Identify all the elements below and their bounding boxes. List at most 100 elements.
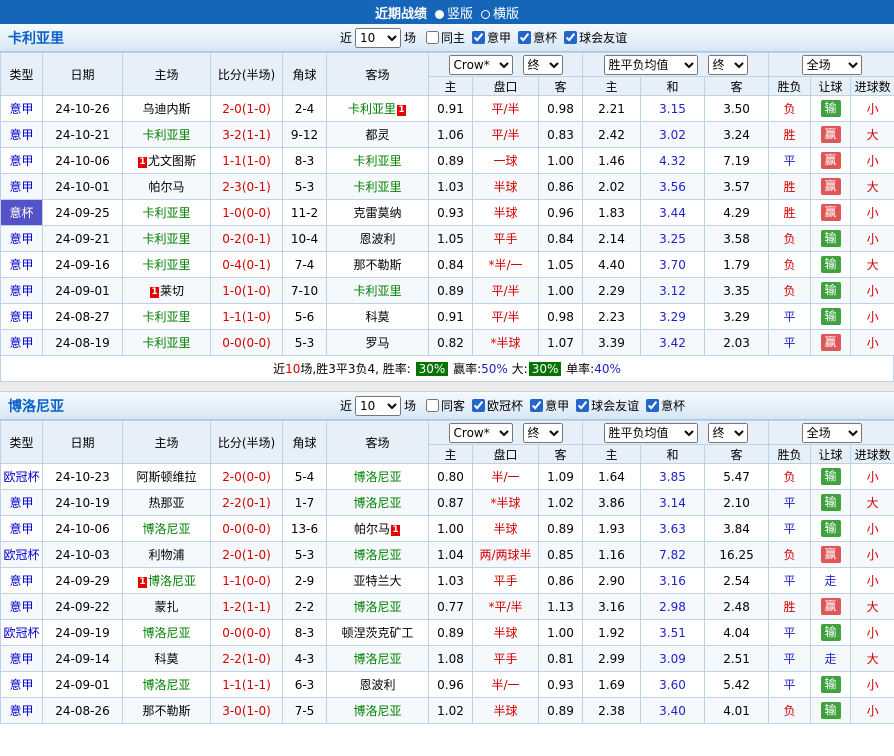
- checkbox-input[interactable]: [472, 399, 485, 412]
- away-team[interactable]: 博洛尼亚: [327, 646, 429, 672]
- away-team[interactable]: 博洛尼亚: [327, 542, 429, 568]
- home-team[interactable]: 卡利亚里: [123, 252, 211, 278]
- home-team[interactable]: 科莫: [123, 646, 211, 672]
- match-score[interactable]: 1-1(1-1): [211, 672, 283, 698]
- filter-checkbox-意杯[interactable]: 意杯: [646, 397, 685, 414]
- away-team[interactable]: 卡利亚里: [327, 148, 429, 174]
- filter-checkbox-同主[interactable]: 同主: [426, 29, 465, 46]
- away-team[interactable]: 博洛尼亚: [327, 464, 429, 490]
- match-score[interactable]: 2-0(0-0): [211, 464, 283, 490]
- scope-select[interactable]: 全场: [802, 55, 862, 75]
- match-score[interactable]: 1-1(1-0): [211, 148, 283, 174]
- match-type: 欧冠杯: [1, 542, 43, 568]
- checkbox-input[interactable]: [576, 399, 589, 412]
- away-team[interactable]: 那不勒斯: [327, 252, 429, 278]
- bookmaker-select[interactable]: Crow*: [449, 423, 513, 443]
- filter-checkbox-意杯[interactable]: 意杯: [518, 29, 557, 46]
- away-team[interactable]: 帕尔马1: [327, 516, 429, 542]
- avg-away: 2.51: [705, 646, 769, 672]
- handicap-result: 赢: [821, 598, 841, 615]
- checkbox-input[interactable]: [426, 31, 439, 44]
- match-score[interactable]: 1-1(1-0): [211, 304, 283, 330]
- home-team[interactable]: 1博洛尼亚: [123, 568, 211, 594]
- filter-checkbox-欧冠杯[interactable]: 欧冠杯: [472, 397, 523, 414]
- away-team[interactable]: 恩波利: [327, 226, 429, 252]
- match-count-select[interactable]: 10: [355, 28, 401, 48]
- filter-checkbox-球会友谊[interactable]: 球会友谊: [576, 397, 639, 414]
- result-goals: 小: [851, 568, 894, 594]
- away-team[interactable]: 罗马: [327, 330, 429, 356]
- filter-checkbox-意甲[interactable]: 意甲: [472, 29, 511, 46]
- layout-radio-option[interactable]: 横版: [481, 7, 519, 22]
- home-team[interactable]: 蒙扎: [123, 594, 211, 620]
- avg-odds-select[interactable]: 胜平负均值: [604, 55, 698, 75]
- home-team[interactable]: 卡利亚里: [123, 304, 211, 330]
- match-score[interactable]: 2-0(1-0): [211, 96, 283, 122]
- match-score[interactable]: 0-0(0-0): [211, 330, 283, 356]
- away-team[interactable]: 科莫: [327, 304, 429, 330]
- layout-radio-selected[interactable]: 竖版: [435, 7, 473, 22]
- match-score[interactable]: 0-0(0-0): [211, 620, 283, 646]
- home-team[interactable]: 博洛尼亚: [123, 620, 211, 646]
- home-team[interactable]: 博洛尼亚: [123, 672, 211, 698]
- away-team[interactable]: 恩波利: [327, 672, 429, 698]
- checkbox-input[interactable]: [564, 31, 577, 44]
- home-team[interactable]: 卡利亚里: [123, 122, 211, 148]
- home-team[interactable]: 那不勒斯: [123, 698, 211, 724]
- home-team[interactable]: 卡利亚里: [123, 226, 211, 252]
- away-team[interactable]: 卡利亚里: [327, 278, 429, 304]
- team-name-text: 科莫: [154, 652, 178, 666]
- home-team[interactable]: 乌迪内斯: [123, 96, 211, 122]
- match-date: 24-10-06: [43, 148, 123, 174]
- filter-checkbox-意甲[interactable]: 意甲: [530, 397, 569, 414]
- match-score[interactable]: 0-4(0-1): [211, 252, 283, 278]
- away-team[interactable]: 卡利亚里1: [327, 96, 429, 122]
- checkbox-input[interactable]: [518, 31, 531, 44]
- odds-away: 0.98: [539, 96, 583, 122]
- home-team[interactable]: 卡利亚里: [123, 200, 211, 226]
- checkbox-input[interactable]: [646, 399, 659, 412]
- away-team[interactable]: 亚特兰大: [327, 568, 429, 594]
- odds-stage-select[interactable]: 终: [523, 423, 563, 443]
- match-score[interactable]: 0-2(0-1): [211, 226, 283, 252]
- odds-stage-select[interactable]: 终: [523, 55, 563, 75]
- avg-stage-select[interactable]: 终: [708, 55, 748, 75]
- home-team[interactable]: 热那亚: [123, 490, 211, 516]
- checkbox-input[interactable]: [472, 31, 485, 44]
- away-team[interactable]: 顿涅茨克矿工: [327, 620, 429, 646]
- home-team[interactable]: 阿斯顿维拉: [123, 464, 211, 490]
- team-name-text: 那不勒斯: [353, 258, 401, 272]
- home-team[interactable]: 利物浦: [123, 542, 211, 568]
- match-score[interactable]: 1-1(0-0): [211, 568, 283, 594]
- avg-stage-select[interactable]: 终: [708, 423, 748, 443]
- away-team[interactable]: 都灵: [327, 122, 429, 148]
- away-team[interactable]: 博洛尼亚: [327, 594, 429, 620]
- match-count-select[interactable]: 10: [355, 396, 401, 416]
- home-team[interactable]: 帕尔马: [123, 174, 211, 200]
- checkbox-input[interactable]: [426, 399, 439, 412]
- match-score[interactable]: 3-2(1-1): [211, 122, 283, 148]
- match-score[interactable]: 2-2(1-0): [211, 646, 283, 672]
- away-team[interactable]: 博洛尼亚: [327, 490, 429, 516]
- match-score[interactable]: 1-0(1-0): [211, 278, 283, 304]
- filter-checkbox-球会友谊[interactable]: 球会友谊: [564, 29, 627, 46]
- home-team[interactable]: 卡利亚里: [123, 330, 211, 356]
- home-team[interactable]: 博洛尼亚: [123, 516, 211, 542]
- match-score[interactable]: 1-2(1-1): [211, 594, 283, 620]
- avg-odds-select[interactable]: 胜平负均值: [604, 423, 698, 443]
- home-team[interactable]: 1莱切: [123, 278, 211, 304]
- checkbox-input[interactable]: [530, 399, 543, 412]
- match-score[interactable]: 3-0(1-0): [211, 698, 283, 724]
- away-team[interactable]: 卡利亚里: [327, 174, 429, 200]
- match-score[interactable]: 1-0(0-0): [211, 200, 283, 226]
- match-score[interactable]: 2-3(0-1): [211, 174, 283, 200]
- bookmaker-select[interactable]: Crow*: [449, 55, 513, 75]
- away-team[interactable]: 克雷莫纳: [327, 200, 429, 226]
- away-team[interactable]: 博洛尼亚: [327, 698, 429, 724]
- match-score[interactable]: 2-0(1-0): [211, 542, 283, 568]
- match-score[interactable]: 0-0(0-0): [211, 516, 283, 542]
- match-score[interactable]: 2-2(0-1): [211, 490, 283, 516]
- filter-checkbox-同客[interactable]: 同客: [426, 397, 465, 414]
- scope-select[interactable]: 全场: [802, 423, 862, 443]
- home-team[interactable]: 1尤文图斯: [123, 148, 211, 174]
